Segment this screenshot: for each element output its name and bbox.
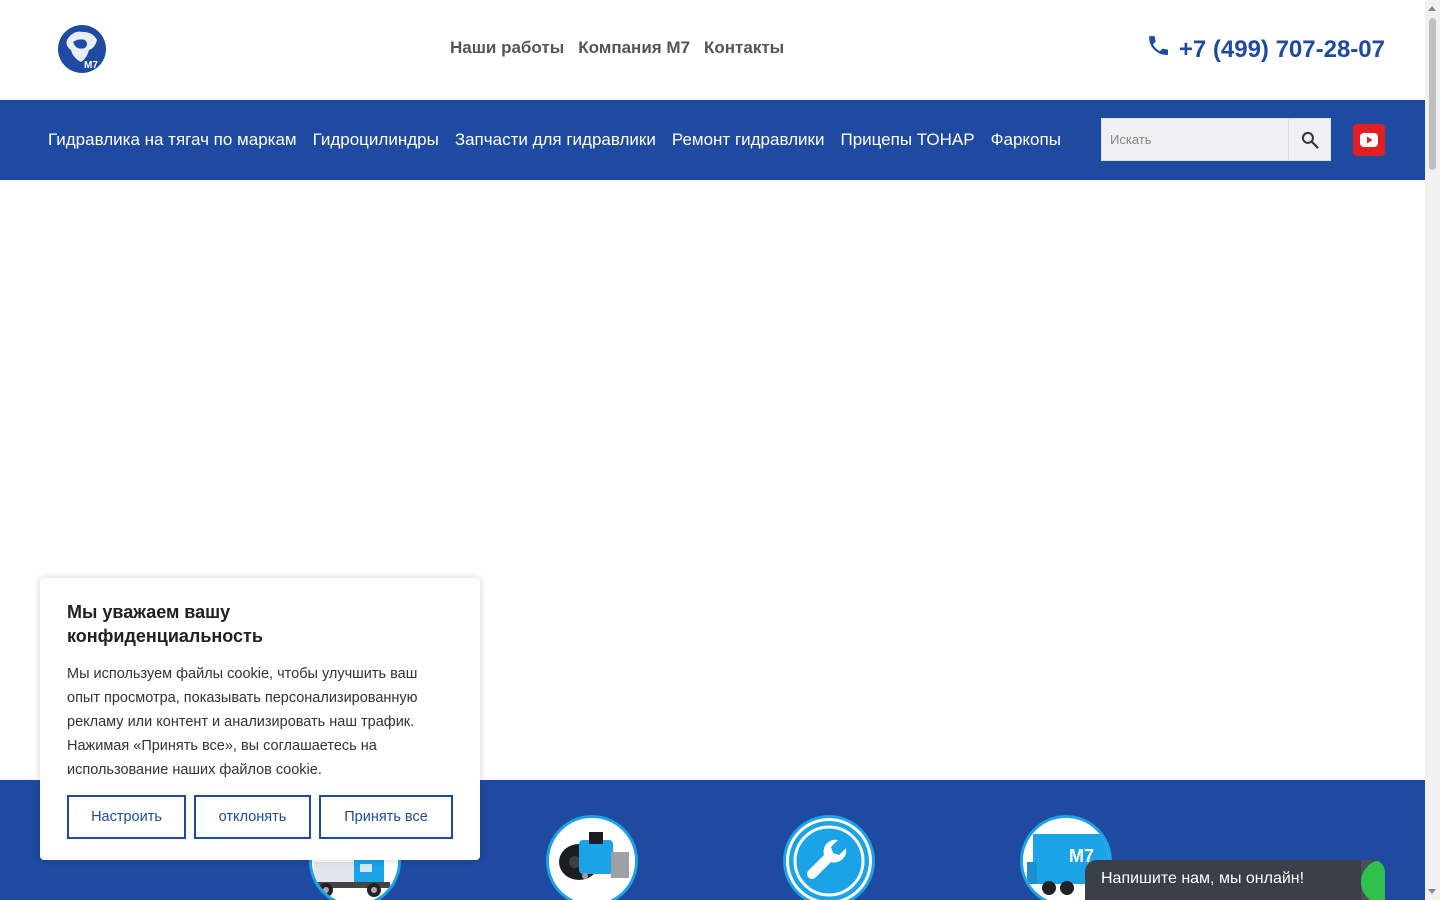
- search-input[interactable]: [1101, 118, 1289, 161]
- youtube-icon: [1360, 133, 1378, 147]
- wrench-icon: [789, 821, 869, 900]
- nav-link-our-works[interactable]: Наши работы: [450, 38, 564, 58]
- category-menu: Гидравлика на тягач по маркам Гидроцилин…: [48, 100, 1098, 180]
- logo[interactable]: M7: [57, 24, 107, 74]
- youtube-button[interactable]: [1353, 124, 1385, 156]
- menu-item-towbars[interactable]: Фаркопы: [991, 130, 1061, 150]
- phone-link[interactable]: +7 (499) 707-28-07: [1147, 34, 1385, 65]
- cookie-text: Мы используем файлы cookie, чтобы улучши…: [67, 666, 418, 778]
- cookie-accept-all-button[interactable]: Принять все: [319, 795, 453, 839]
- top-header: M7 Наши работы Компания М7 Контакты +7 (…: [0, 0, 1425, 100]
- menu-item-hydraulic-parts[interactable]: Запчасти для гидравлики: [455, 130, 656, 150]
- cookie-title: Мы уважаем вашу конфиденциальность: [67, 602, 263, 646]
- cookie-consent-dialog: Мы уважаем вашу конфиденциальность Мы ис…: [40, 578, 480, 860]
- scrollbar[interactable]: [1425, 0, 1440, 900]
- service-repair-icon[interactable]: [783, 815, 875, 900]
- svg-text:M7: M7: [84, 60, 98, 71]
- phone-number: +7 (499) 707-28-07: [1178, 35, 1385, 63]
- scroll-up-arrow[interactable]: [1428, 6, 1436, 11]
- menu-item-hydraulic-repair[interactable]: Ремонт гидравлики: [672, 130, 825, 150]
- scrollbar-thumb[interactable]: [1429, 18, 1436, 170]
- menu-item-hydraulic-cylinders[interactable]: Гидроцилиндры: [313, 130, 439, 150]
- search-form: [1101, 118, 1331, 161]
- menu-item-hydraulics-by-brand[interactable]: Гидравлика на тягач по маркам: [48, 130, 297, 150]
- search-icon: [1301, 131, 1319, 149]
- cookie-customize-button[interactable]: Настроить: [67, 795, 186, 839]
- chat-label: Напишите нам, мы онлайн!: [1101, 870, 1305, 887]
- cookie-reject-button[interactable]: отклонять: [194, 795, 311, 839]
- top-nav: Наши работы Компания М7 Контакты: [450, 38, 784, 58]
- scroll-down-arrow[interactable]: [1428, 889, 1436, 894]
- nav-link-company[interactable]: Компания М7: [578, 38, 690, 58]
- chat-widget[interactable]: Напишите нам, мы онлайн!: [1085, 860, 1385, 900]
- nav-link-contacts[interactable]: Контакты: [704, 38, 784, 58]
- cookie-buttons: Настроить отклонять Принять все: [67, 795, 453, 839]
- phone-icon: [1147, 34, 1171, 65]
- service-pump-image[interactable]: [546, 815, 638, 900]
- search-button[interactable]: [1289, 118, 1331, 161]
- menu-item-tonar-trailers[interactable]: Прицепы ТОНАР: [840, 130, 974, 150]
